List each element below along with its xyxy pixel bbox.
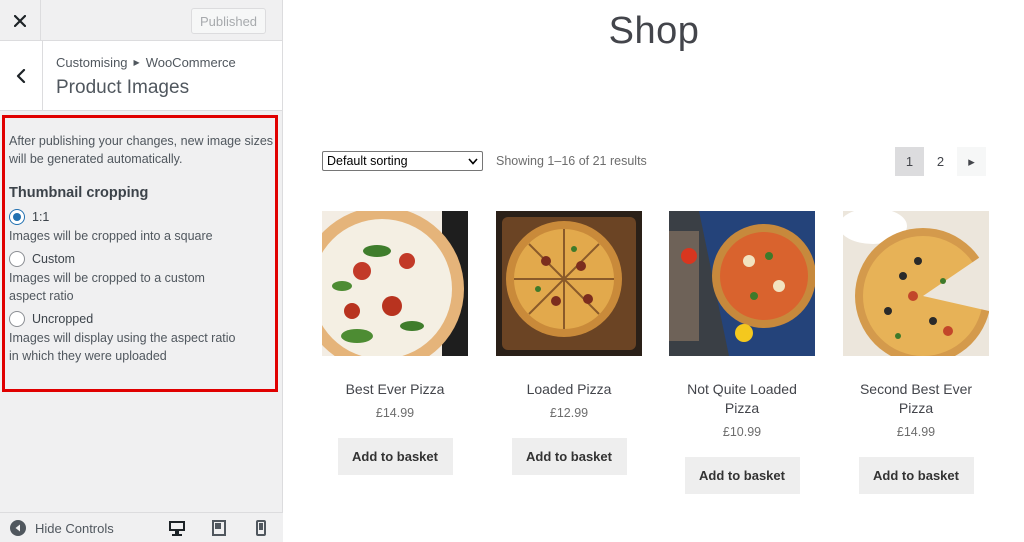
product-price: £14.99 [896,425,936,439]
mobile-preview-button[interactable] [251,519,271,537]
description-line: After publishing your changes, new image… [9,134,274,148]
add-to-basket-button[interactable]: Add to basket [858,457,974,494]
option-label: Custom [32,252,76,266]
product-name[interactable]: Loaded Pizza [496,380,642,399]
product-card: Best Ever Pizza £14.99 Add to basket [322,211,468,475]
breadcrumb-separator-icon: ▶ [133,58,140,67]
product-name[interactable]: Not Quite Loaded Pizza [669,380,815,418]
option-label: 1:1 [32,210,50,224]
customizer-sidebar: Published Customising ▶ WooCommerce Prod… [0,0,283,542]
option-description-line: Images will be cropped into a square [9,229,213,243]
option-description-line: aspect ratio [9,289,74,303]
product-price: £10.99 [722,425,762,439]
pizza-image [843,211,989,356]
device-preview-buttons [167,519,271,537]
sorting-select[interactable]: Default sorting [322,151,483,171]
chevron-left-icon [16,69,26,83]
product-price: £12.99 [549,406,589,420]
collapse-icon [10,520,26,536]
site-preview: Shop Default sorting Showing 1–16 of 21 … [284,0,1024,542]
sorting-value: Default sorting [327,154,408,168]
breadcrumb: Customising ▶ WooCommerce [56,55,236,70]
close-customizer-button[interactable] [0,0,41,41]
product-card: Second Best Ever Pizza £14.99 Add to bas… [843,211,989,494]
pizza-image [669,211,815,356]
product-image[interactable] [322,211,468,356]
section-title: Product Images [56,77,190,98]
mobile-icon [256,520,266,536]
radio-unchecked-icon[interactable] [9,311,25,327]
pizza-image [322,211,468,356]
radio-option-1-1[interactable]: 1:1 [9,207,274,227]
add-to-basket-button[interactable]: Add to basket [511,438,627,475]
page-1-link[interactable]: 1 [895,147,924,176]
option-description-line: Images will display using the aspect rat… [9,331,236,345]
option-description-line: Images will be cropped to a custom [9,271,205,285]
radio-unchecked-icon[interactable] [9,251,25,267]
desktop-icon [169,521,185,536]
add-to-basket-button[interactable]: Add to basket [337,438,453,475]
breadcrumb-parent: WooCommerce [145,55,236,70]
thumbnail-controls: After publishing your changes, new image… [9,132,274,369]
product-card: Loaded Pizza £12.99 Add to basket [496,211,642,475]
result-count: Showing 1–16 of 21 results [496,154,647,168]
hide-controls-label: Hide Controls [35,520,114,536]
option-description: Images will be cropped into a square [9,227,274,245]
product-image[interactable] [496,211,642,356]
tablet-preview-button[interactable] [209,519,229,537]
product-image[interactable] [843,211,989,356]
product-image[interactable] [669,211,815,356]
page-title: Shop [608,10,700,52]
option-description: Images will be cropped to a custom aspec… [9,269,274,305]
page-2-link[interactable]: 2 [926,147,955,176]
back-button[interactable] [0,41,43,111]
product-name[interactable]: Second Best Ever Pizza [843,380,989,418]
option-description-line: in which they were uploaded [9,349,167,363]
pizza-image [496,211,642,356]
sidebar-footer: Hide Controls [0,512,283,542]
tablet-icon [212,520,226,536]
option-description: Images will display using the aspect rat… [9,329,274,365]
description-line: will be generated automatically. [9,152,183,166]
section-header: Customising ▶ WooCommerce [0,41,282,111]
pagination: 1 2 ▸ [895,147,986,176]
hide-controls-button[interactable]: Hide Controls [10,520,114,536]
thumbnail-cropping-title: Thumbnail cropping [9,185,149,201]
product-name[interactable]: Best Ever Pizza [322,380,468,399]
add-to-basket-button[interactable]: Add to basket [684,457,800,494]
chevron-right-icon: ▸ [968,153,975,169]
radio-option-uncropped[interactable]: Uncropped [9,309,274,329]
sidebar-header: Published [0,0,282,41]
published-button[interactable]: Published [191,8,266,34]
desktop-preview-button[interactable] [167,519,187,537]
next-page-link[interactable]: ▸ [957,147,986,176]
product-card: Not Quite Loaded Pizza £10.99 Add to bas… [669,211,815,494]
radio-option-custom[interactable]: Custom [9,249,274,269]
option-label: Uncropped [32,312,94,326]
breadcrumb-root: Customising [56,55,128,70]
controls-description: After publishing your changes, new image… [9,132,274,168]
radio-checked-icon[interactable] [9,209,25,225]
close-icon [14,14,26,27]
chevron-down-icon [468,157,478,165]
product-price: £14.99 [375,406,415,420]
